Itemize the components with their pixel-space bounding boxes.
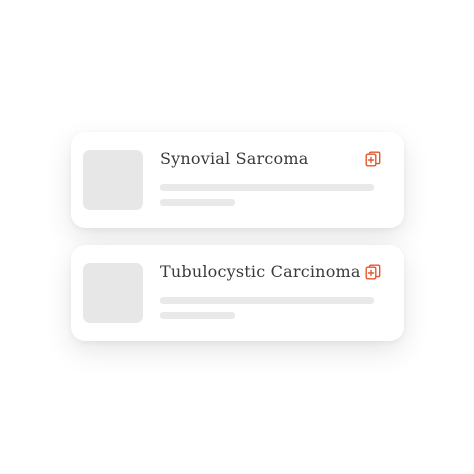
text-placeholder-line [160, 184, 374, 191]
card-title: Synovial Sarcoma [160, 149, 309, 168]
add-to-collection-icon[interactable] [365, 264, 381, 280]
text-placeholder-line-short [160, 199, 235, 206]
add-to-collection-icon[interactable] [365, 151, 381, 167]
card-list: Synovial Sarcoma Tubulocystic Carcinoma [0, 0, 474, 474]
text-placeholder-line-short [160, 312, 235, 319]
result-card[interactable]: Tubulocystic Carcinoma [71, 245, 404, 341]
thumbnail-placeholder [83, 150, 143, 210]
thumbnail-placeholder [83, 263, 143, 323]
text-placeholder-line [160, 297, 374, 304]
card-title: Tubulocystic Carcinoma [160, 262, 361, 281]
result-card[interactable]: Synovial Sarcoma [71, 132, 404, 228]
